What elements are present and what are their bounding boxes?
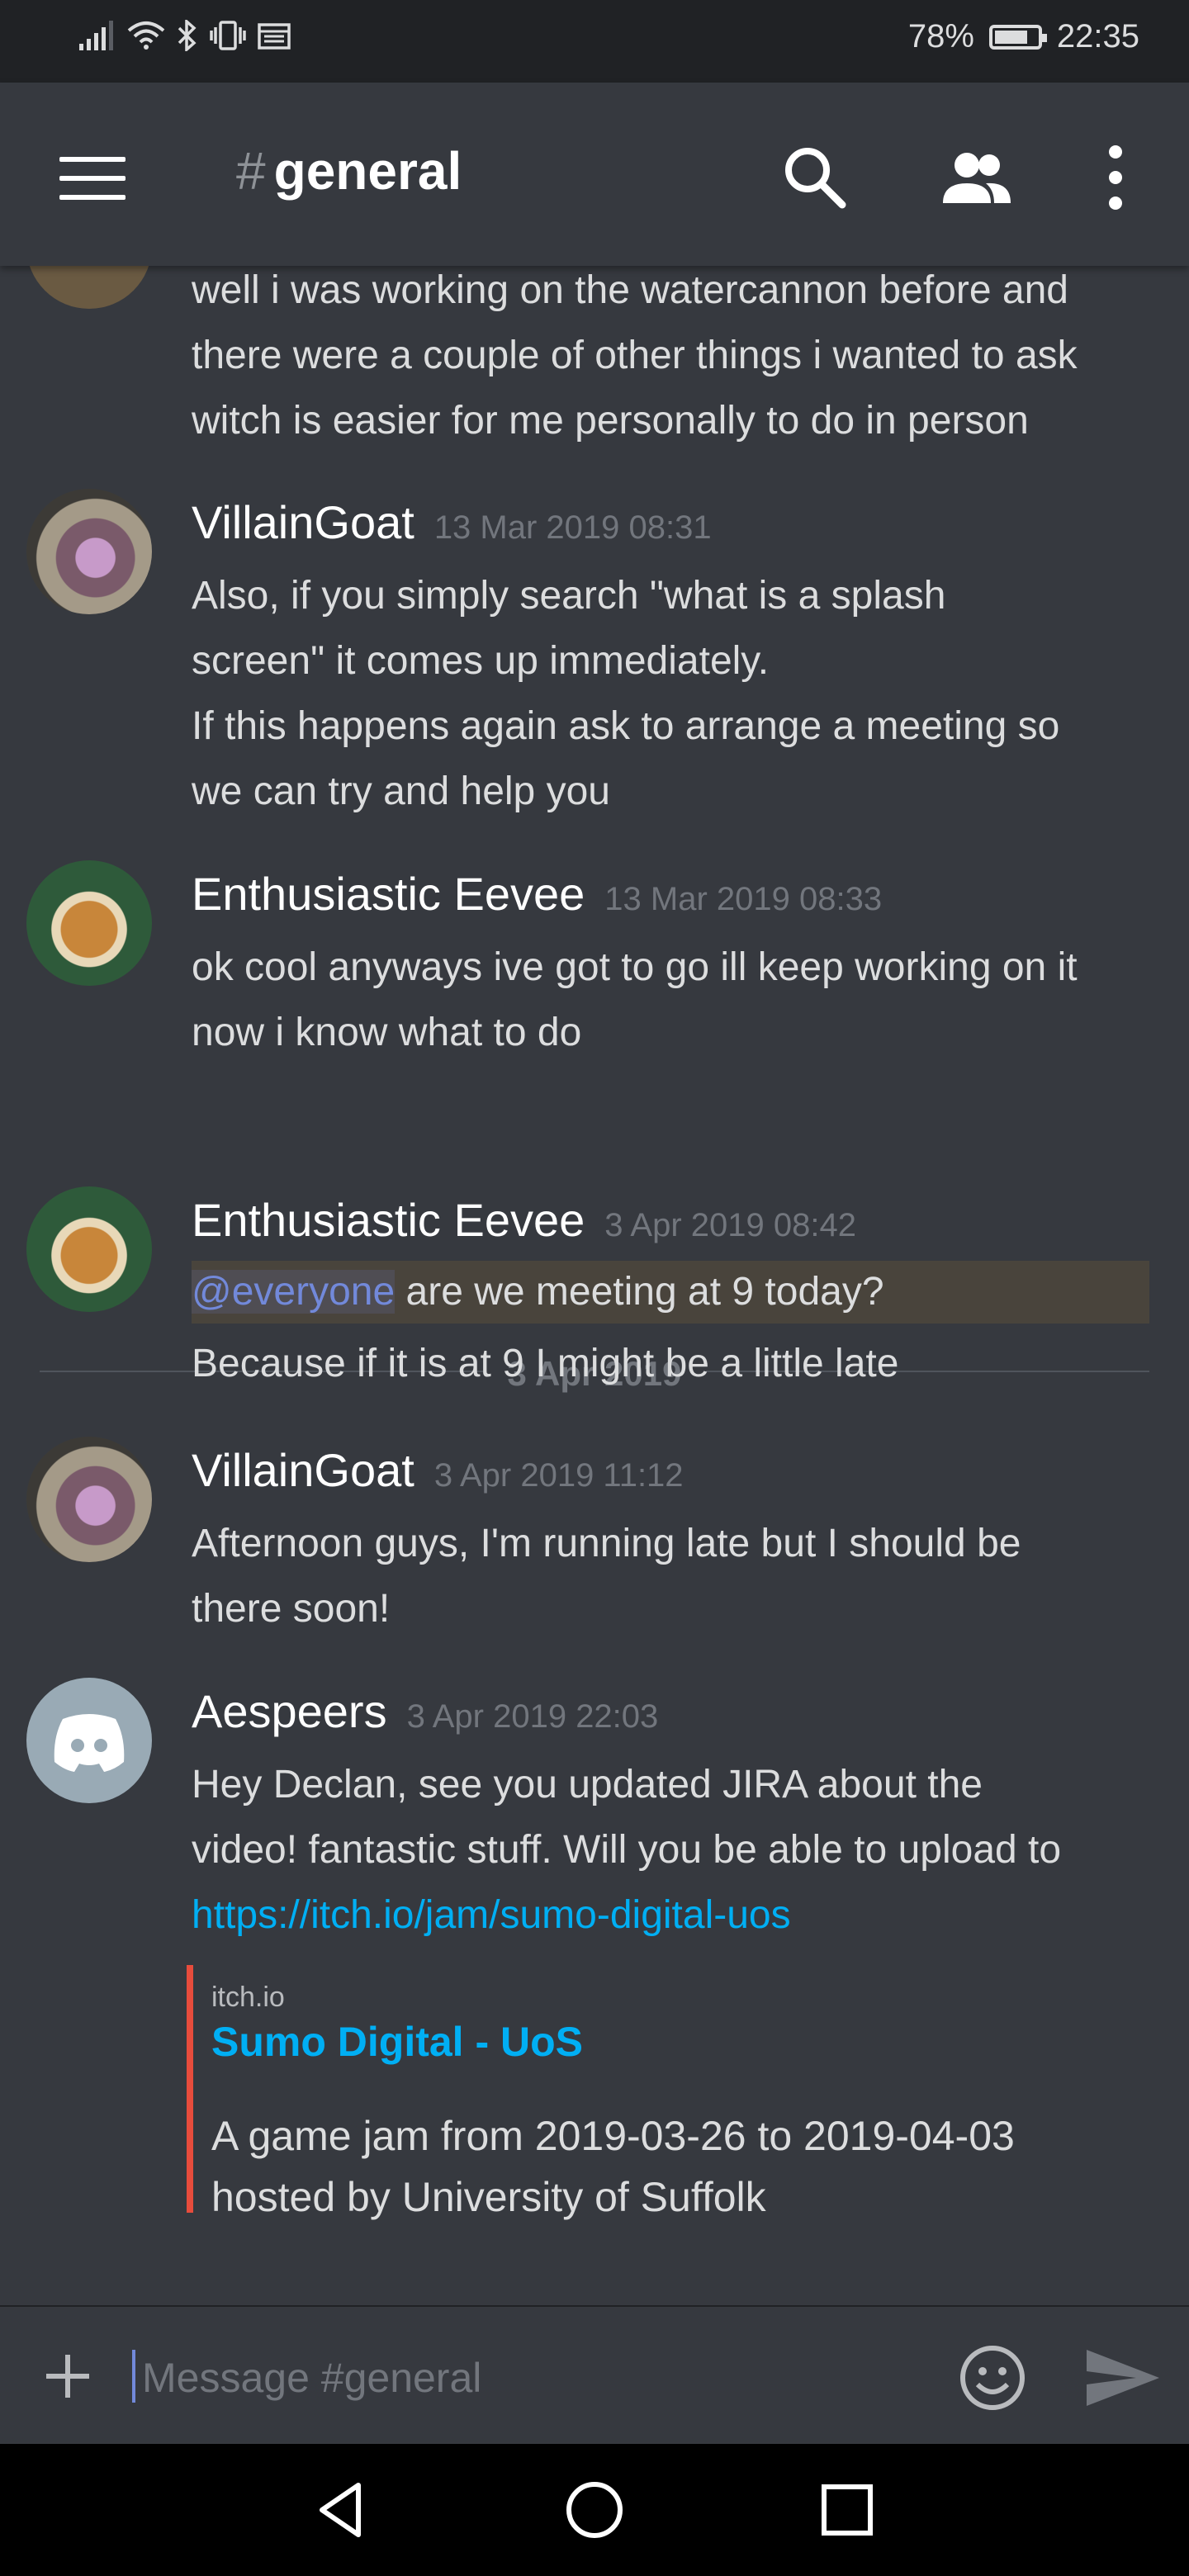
vibrate-icon <box>210 21 246 50</box>
emoji-icon[interactable] <box>958 2343 1027 2413</box>
message-composer <box>0 2305 1189 2446</box>
discord-logo-icon <box>54 1714 125 1772</box>
add-attachment-icon[interactable] <box>41 2350 94 2403</box>
mention-everyone[interactable]: @everyone <box>192 1270 396 1314</box>
message-link[interactable]: https://itch.io/jam/sumo-digital-uos <box>192 1893 791 1937</box>
avatar[interactable] <box>26 860 152 986</box>
avatar[interactable] <box>26 489 152 614</box>
channel-hash: # <box>236 141 266 201</box>
avatar[interactable] <box>26 1186 152 1312</box>
back-icon[interactable] <box>310 2477 377 2543</box>
embed-description: A game jam from 2019-03-26 to 2019-04-03… <box>211 2113 1015 2220</box>
timestamp: 3 Apr 2019 22:03 <box>406 1698 659 1735</box>
avatar[interactable] <box>26 266 152 309</box>
message-text: Afternoon guys, I'm running late but I s… <box>192 1522 1021 1631</box>
timestamp: 3 Apr 2019 08:42 <box>604 1207 856 1243</box>
text-caret <box>132 2350 135 2403</box>
author-name[interactable]: VillainGoat 3 Apr 2019 11:12 <box>192 1443 684 1497</box>
message-text: ok cool anyways ive got to go ill keep w… <box>192 945 1078 1054</box>
battery-percent: 78% <box>907 18 974 54</box>
search-icon[interactable] <box>778 140 852 215</box>
embed-provider[interactable]: itch.io <box>211 1982 285 2014</box>
app-bar: # general <box>0 83 1189 266</box>
message-list[interactable]: well i was working on the watercannon be… <box>0 266 1189 2305</box>
status-bar: 78% 22:35 <box>0 0 1189 83</box>
author-name[interactable]: Aespeers 3 Apr 2019 22:03 <box>192 1684 658 1738</box>
message-input[interactable] <box>140 2348 928 2408</box>
calendar-icon <box>258 23 291 50</box>
timestamp: 3 Apr 2019 11:12 <box>433 1457 684 1494</box>
send-icon[interactable] <box>1083 2346 1163 2409</box>
message-text: Also, if you simply search "what is a sp… <box>192 574 1060 813</box>
clock: 22:35 <box>1056 18 1139 54</box>
avatar[interactable] <box>26 1678 152 1803</box>
wifi-icon <box>127 21 165 50</box>
author-name[interactable]: VillainGoat 13 Mar 2019 08:31 <box>192 495 712 549</box>
author-name[interactable]: Enthusiastic Eevee 3 Apr 2019 08:42 <box>192 1193 856 1247</box>
signal-icon <box>79 21 113 50</box>
timestamp: 13 Mar 2019 08:33 <box>604 881 883 917</box>
message-text: @everyone are we meeting at 9 today? Bec… <box>192 1270 899 1385</box>
status-icons <box>79 20 291 51</box>
embed-title[interactable]: Sumo Digital - UoS <box>211 2018 583 2066</box>
recents-icon[interactable] <box>814 2477 880 2543</box>
channel-name: general <box>273 141 462 201</box>
battery-icon <box>988 24 1047 50</box>
message-text: Hey Declan, see you updated JIRA about t… <box>192 1763 1062 1937</box>
message-text: well i was working on the watercannon be… <box>192 268 1078 443</box>
members-icon[interactable] <box>940 140 1014 215</box>
channel-title[interactable]: # general <box>236 140 462 201</box>
link-embed: itch.io Sumo Digital - UoS A game jam fr… <box>187 1965 1151 2220</box>
bluetooth-icon <box>178 20 197 51</box>
more-options-icon[interactable] <box>1087 140 1161 215</box>
author-name[interactable]: Enthusiastic Eevee 13 Mar 2019 08:33 <box>192 867 882 921</box>
home-icon[interactable] <box>561 2477 628 2543</box>
timestamp: 13 Mar 2019 08:31 <box>433 509 712 546</box>
avatar[interactable] <box>26 1437 152 1562</box>
menu-icon[interactable] <box>59 157 126 203</box>
system-navigation-bar <box>0 2444 1189 2576</box>
